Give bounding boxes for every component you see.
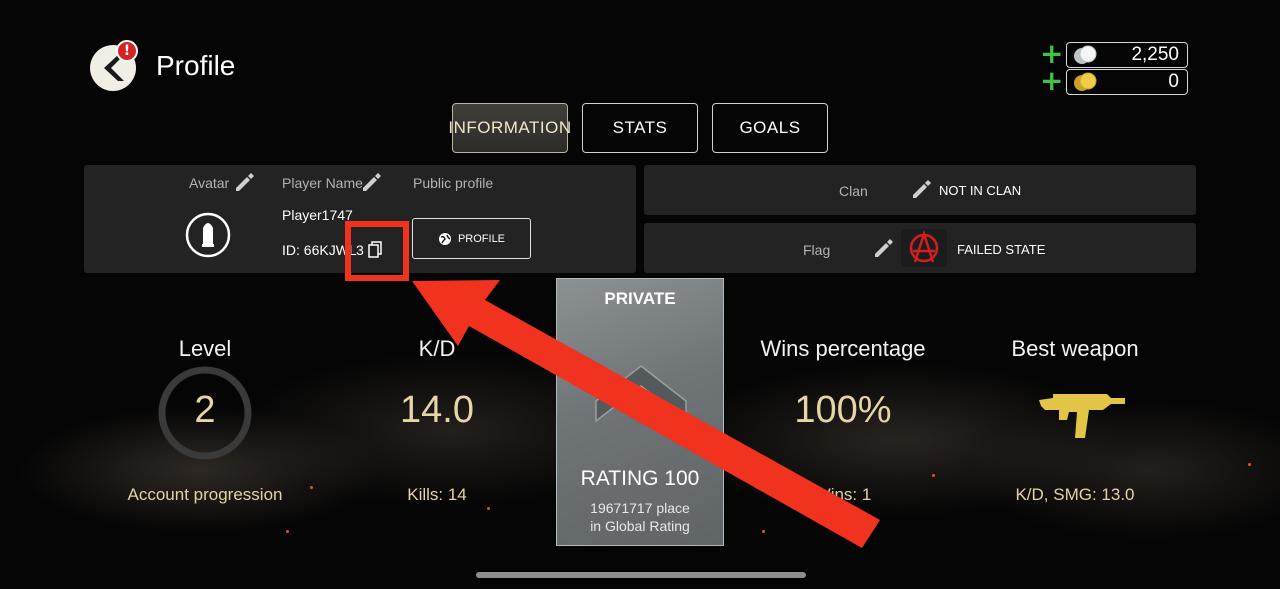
kd-title: K/D	[418, 336, 456, 361]
rank-rating: RATING 100	[580, 467, 700, 490]
avatar-label: Avatar	[189, 175, 230, 191]
wins-value: 100%	[794, 389, 892, 431]
alert-badge: !	[116, 40, 138, 62]
wins-sub: Wins: 1	[814, 485, 872, 504]
edit-flag-pencil-icon[interactable]	[872, 237, 894, 259]
gold-balance-box: 0	[1066, 69, 1188, 95]
tab-stats[interactable]: STATS	[582, 103, 698, 153]
public-profile-label: Public profile	[413, 175, 494, 191]
tab-goals[interactable]: GOALS	[712, 103, 828, 153]
flag-label: Flag	[803, 242, 831, 258]
level-title: Level	[178, 336, 232, 361]
player-id: ID: 66KJWL	[282, 242, 357, 258]
weapon-sub: K/D, SMG: 13.0	[1015, 485, 1135, 504]
profile-button-label: PROFILE	[457, 232, 506, 245]
weapon-title: Best weapon	[1011, 336, 1139, 361]
level-sub: Account progression	[127, 485, 283, 504]
kd-value: 14.0	[400, 389, 474, 431]
anarchy-flag-icon	[901, 229, 947, 267]
rank-place: 19671717 place	[590, 500, 690, 516]
gold-amount: 0	[1168, 71, 1179, 92]
flag-value: FAILED STATE	[957, 242, 1046, 257]
gold-coins-icon	[1074, 72, 1097, 91]
clan-label: Clan	[839, 183, 868, 199]
wins-title: Wins percentage	[760, 336, 926, 361]
page-title: Profile	[156, 50, 236, 81]
player-id-tail: 3	[356, 242, 364, 258]
ember	[762, 530, 765, 533]
tab-information[interactable]: INFORMATION	[448, 103, 571, 153]
smg-weapon-icon	[1039, 394, 1125, 438]
edit-avatar-pencil-icon[interactable]	[233, 171, 255, 193]
silver-coins-icon	[1074, 45, 1097, 64]
rank-chevron-icon	[595, 365, 687, 423]
edit-clan-pencil-icon[interactable]	[910, 178, 932, 200]
ember	[310, 486, 313, 489]
profile-button[interactable]: PROFILE	[412, 218, 531, 259]
avatar[interactable]	[185, 212, 231, 258]
rank-place-sub: in Global Rating	[590, 518, 690, 534]
clan-value: NOT IN CLAN	[939, 183, 1022, 198]
level-value: 2	[194, 389, 216, 431]
player-name-label: Player Name	[282, 175, 363, 191]
add-gold-button[interactable]: +	[1040, 66, 1063, 96]
rank-name: PRIVATE	[604, 289, 676, 308]
silver-amount: 2,250	[1131, 44, 1179, 65]
copy-id-icon[interactable]	[367, 240, 383, 258]
ember	[487, 507, 490, 510]
player-name: Player1747	[282, 207, 353, 223]
home-indicator[interactable]	[476, 572, 806, 578]
rank-card[interactable]: PRIVATE RATING 100 19671717 place in Glo…	[556, 278, 724, 546]
ember	[1248, 463, 1251, 466]
kd-sub: Kills: 14	[407, 485, 467, 504]
ember	[932, 474, 935, 477]
gold-currency: + 0	[1040, 66, 1190, 96]
globe-icon	[438, 232, 451, 245]
ember	[286, 530, 289, 533]
silver-balance-box: 2,250	[1066, 42, 1188, 68]
edit-name-pencil-icon[interactable]	[360, 171, 382, 193]
